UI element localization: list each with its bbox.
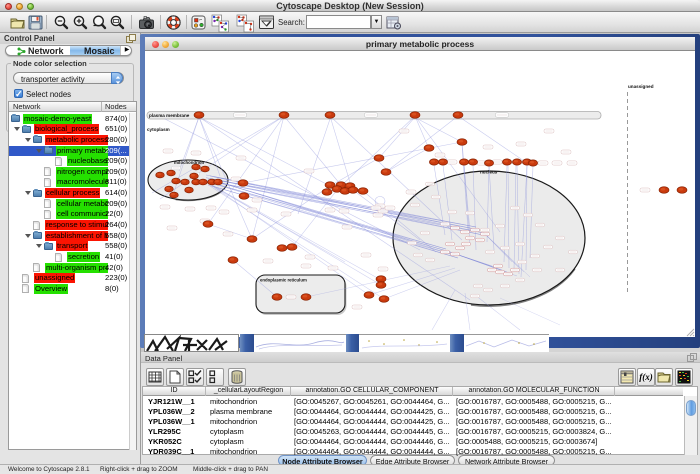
svg-text:mitochondrion: mitochondrion xyxy=(174,160,204,165)
svg-text:endoplasmic reticulum: endoplasmic reticulum xyxy=(260,278,307,283)
svg-text:unassigned: unassigned xyxy=(628,84,654,89)
svg-text:nucleus: nucleus xyxy=(480,170,498,175)
svg-text:cytoplasm: cytoplasm xyxy=(147,127,170,132)
svg-text:plasma membrane: plasma membrane xyxy=(149,113,190,118)
